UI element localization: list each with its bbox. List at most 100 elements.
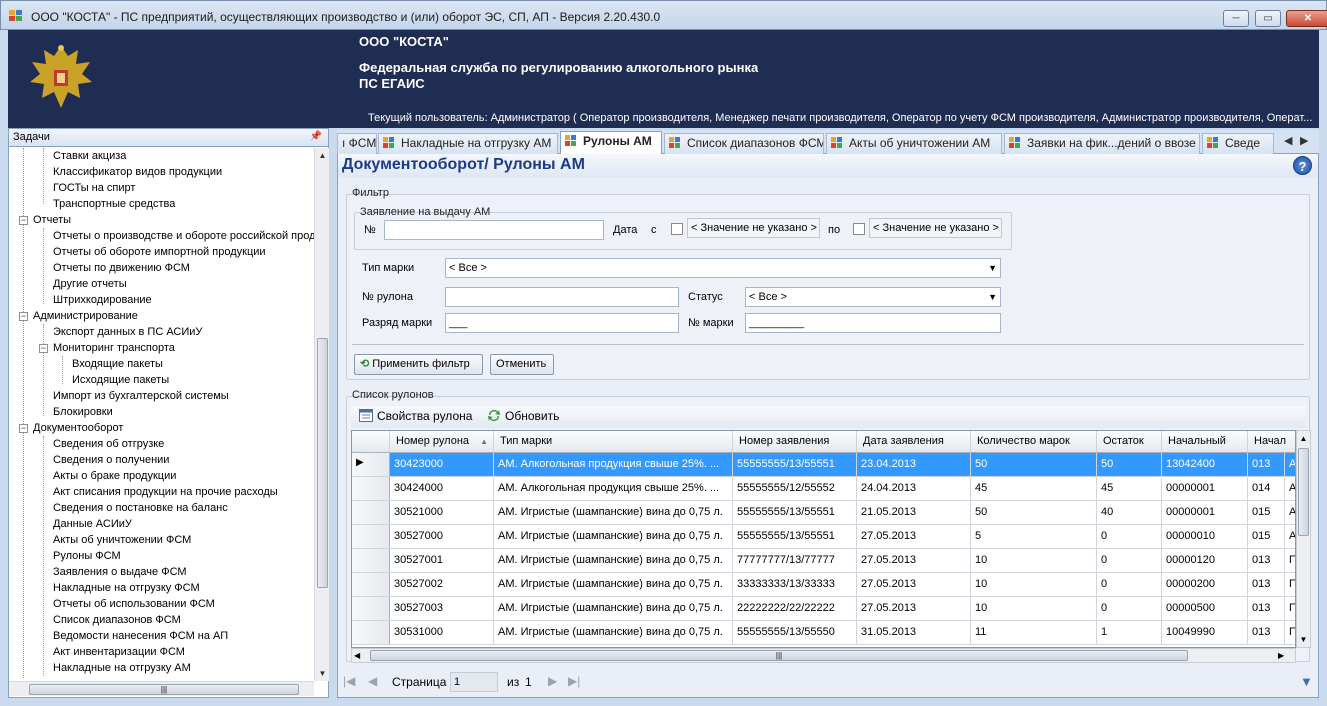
table-cell[interactable]: 1 bbox=[1097, 621, 1162, 645]
table-cell[interactable]: 10 bbox=[971, 597, 1097, 621]
table-cell[interactable]: 55555555/13/55550 bbox=[733, 621, 857, 645]
row-header[interactable] bbox=[352, 621, 390, 645]
tab-fsm-ranges[interactable]: Список диапазонов ФСМ bbox=[664, 133, 824, 154]
table-cell[interactable]: 0 bbox=[1097, 573, 1162, 597]
table-cell[interactable]: 55555555/13/55551 bbox=[733, 453, 857, 477]
tree-item[interactable]: Импорт из бухгалтерской системы bbox=[53, 388, 229, 404]
mark-rank-input[interactable]: ___ bbox=[445, 313, 679, 333]
table-cell[interactable]: 33333333/13/33333 bbox=[733, 573, 857, 597]
col-header-mark-type[interactable]: Тип марки bbox=[494, 431, 733, 453]
table-cell[interactable]: АМ. Игристые (шампанские) вина до 0,75 л… bbox=[494, 549, 733, 573]
maximize-button[interactable]: ▭ bbox=[1255, 10, 1281, 27]
tree-item[interactable]: Ведомости нанесения ФСМ на АП bbox=[53, 628, 228, 644]
table-cell[interactable]: П bbox=[1285, 621, 1295, 645]
tree-item[interactable]: Блокировки bbox=[53, 404, 113, 420]
table-cell[interactable]: 27.05.2013 bbox=[857, 597, 971, 621]
table-cell[interactable]: 45 bbox=[971, 477, 1097, 501]
table-cell[interactable]: 30423000 bbox=[390, 453, 494, 477]
date-from-picker[interactable]: < Значение не указано > bbox=[687, 218, 820, 238]
col-header-start[interactable]: Начальный bbox=[1162, 431, 1248, 453]
table-cell[interactable]: А bbox=[1285, 477, 1295, 501]
table-cell[interactable]: 00000001 bbox=[1162, 501, 1248, 525]
request-number-input[interactable] bbox=[384, 220, 604, 240]
table-cell[interactable]: 00000200 bbox=[1162, 573, 1248, 597]
table-cell[interactable]: 27.05.2013 bbox=[857, 573, 971, 597]
tab-fsm[interactable]: ı ФСМ bbox=[337, 133, 377, 154]
table-cell[interactable]: 55555555/12/55552 bbox=[733, 477, 857, 501]
tree-item[interactable]: Отчеты об обороте импортной продукции bbox=[53, 244, 266, 260]
table-cell[interactable]: АМ. Игристые (шампанские) вина до 0,75 л… bbox=[494, 501, 733, 525]
scroll-thumb[interactable] bbox=[1298, 448, 1309, 536]
cancel-filter-button[interactable]: Отменить bbox=[490, 354, 554, 375]
row-header[interactable] bbox=[352, 477, 390, 501]
col-header-roll-number[interactable]: Номер рулона ▲ bbox=[390, 431, 494, 453]
table-cell[interactable]: 013 bbox=[1248, 573, 1285, 597]
table-cell[interactable]: АМ. Игристые (шампанские) вина до 0,75 л… bbox=[494, 597, 733, 621]
table-cell[interactable]: АМ. Игристые (шампанские) вина до 0,75 л… bbox=[494, 573, 733, 597]
table-cell[interactable]: 23.04.2013 bbox=[857, 453, 971, 477]
filter-icon[interactable]: ▼ bbox=[1300, 674, 1313, 689]
tasks-horizontal-scrollbar[interactable]: ||| bbox=[9, 681, 314, 696]
col-header-request-number[interactable]: Номер заявления bbox=[733, 431, 857, 453]
table-cell[interactable]: 11 bbox=[971, 621, 1097, 645]
row-header[interactable] bbox=[352, 597, 390, 621]
table-cell[interactable]: А bbox=[1285, 525, 1295, 549]
tab-am-rolls[interactable]: Рулоны АМ bbox=[560, 131, 662, 155]
tree-item[interactable]: Другие отчеты bbox=[53, 276, 127, 292]
table-cell[interactable]: 21.05.2013 bbox=[857, 501, 971, 525]
tab-am-waybills[interactable]: Накладные на отгрузку АМ bbox=[378, 133, 558, 154]
table-cell[interactable]: 013 bbox=[1248, 549, 1285, 573]
scroll-left-icon[interactable]: ◀ bbox=[354, 649, 369, 662]
date-from-checkbox[interactable] bbox=[671, 223, 683, 235]
table-cell[interactable]: 30531000 bbox=[390, 621, 494, 645]
tree-item[interactable]: Накладные на отгрузку ФСМ bbox=[53, 580, 200, 596]
tree-item[interactable]: Экспорт данных в ПС АСИиУ bbox=[53, 324, 202, 340]
table-cell[interactable]: 013 bbox=[1248, 453, 1285, 477]
scroll-thumb[interactable]: ||| bbox=[370, 650, 1188, 661]
tree-item[interactable]: Исходящие пакеты bbox=[72, 372, 169, 388]
col-header-start-2[interactable]: Начал bbox=[1248, 431, 1295, 453]
tree-group-admin[interactable]: Администрирование bbox=[33, 308, 138, 324]
tree-item[interactable]: Список диапазонов ФСМ bbox=[53, 612, 181, 628]
table-cell[interactable]: 50 bbox=[971, 501, 1097, 525]
collapse-toggle[interactable]: − bbox=[39, 344, 48, 353]
table-cell[interactable]: 30521000 bbox=[390, 501, 494, 525]
table-cell[interactable]: 30527003 bbox=[390, 597, 494, 621]
table-cell[interactable]: 27.05.2013 bbox=[857, 525, 971, 549]
last-page-icon[interactable]: ▶| bbox=[568, 674, 580, 688]
table-cell[interactable]: 014 bbox=[1248, 477, 1285, 501]
scroll-thumb[interactable] bbox=[317, 338, 328, 588]
table-cell[interactable]: АМ. Игристые (шампанские) вина до 0,75 л… bbox=[494, 621, 733, 645]
scroll-down-icon[interactable]: ▼ bbox=[1297, 632, 1310, 647]
table-cell[interactable]: 30424000 bbox=[390, 477, 494, 501]
tab-next-icon[interactable]: ▶ bbox=[1300, 134, 1308, 147]
help-icon[interactable]: ? bbox=[1293, 156, 1312, 175]
col-header-request-date[interactable]: Дата заявления bbox=[857, 431, 971, 453]
tree-item[interactable]: Данные АСИиУ bbox=[53, 516, 132, 532]
table-cell[interactable]: 30527002 bbox=[390, 573, 494, 597]
table-vertical-scrollbar[interactable]: ▲ ▼ bbox=[1296, 430, 1311, 648]
table-cell[interactable]: 31.05.2013 bbox=[857, 621, 971, 645]
collapse-toggle[interactable]: − bbox=[19, 312, 28, 321]
table-cell[interactable]: 00000120 bbox=[1162, 549, 1248, 573]
collapse-toggle[interactable]: − bbox=[19, 424, 28, 433]
tree-item[interactable]: Акты о браке продукции bbox=[53, 468, 176, 484]
tree-group-reports[interactable]: Отчеты bbox=[33, 212, 71, 228]
table-cell[interactable]: 0 bbox=[1097, 597, 1162, 621]
table-cell[interactable]: 013 bbox=[1248, 597, 1285, 621]
table-horizontal-scrollbar[interactable]: ◀ ||| ▶ bbox=[351, 648, 1296, 663]
table-cell[interactable]: А bbox=[1285, 453, 1295, 477]
tree-item[interactable]: Акт инвентаризации ФСМ bbox=[53, 644, 185, 660]
scroll-down-icon[interactable]: ▼ bbox=[315, 666, 330, 681]
mark-number-input[interactable]: _________ bbox=[745, 313, 1001, 333]
tasks-vertical-scrollbar[interactable]: ▲ ▼ bbox=[314, 148, 329, 681]
table-cell[interactable]: АМ. Игристые (шампанские) вина до 0,75 л… bbox=[494, 525, 733, 549]
table-cell[interactable]: П bbox=[1285, 549, 1295, 573]
roll-number-input[interactable] bbox=[445, 287, 679, 307]
tree-item[interactable]: Сведения об отгрузке bbox=[53, 436, 164, 452]
table-cell[interactable]: АМ. Алкогольная продукция свыше 25%. ... bbox=[494, 453, 733, 477]
table-cell[interactable]: 015 bbox=[1248, 525, 1285, 549]
tree-item[interactable]: Входящие пакеты bbox=[72, 356, 163, 372]
page-number-input[interactable]: 1 bbox=[450, 672, 498, 692]
scroll-up-icon[interactable]: ▲ bbox=[315, 148, 330, 163]
